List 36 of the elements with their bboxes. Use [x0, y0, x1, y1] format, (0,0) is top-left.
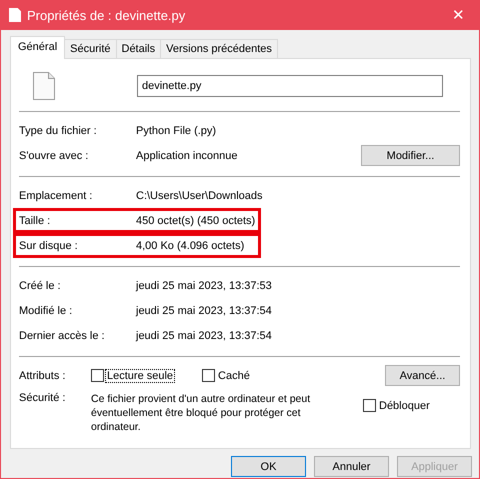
field-value: 450 octet(s) (450 octets)	[136, 214, 256, 226]
field-value: Python File (.py)	[136, 124, 218, 136]
field-label: Type du fichier :	[19, 124, 98, 136]
field-value: C:\Users\User\Downloads	[136, 190, 264, 202]
document-icon	[9, 8, 21, 22]
change-button[interactable]: Modifier...	[361, 145, 460, 166]
checkbox-label[interactable]: Caché	[217, 370, 251, 382]
field-label: Sur disque :	[19, 240, 79, 252]
document-icon	[33, 72, 55, 100]
field-label: Créé le :	[19, 280, 62, 292]
field-label: Modifié le :	[19, 304, 74, 316]
checkbox[interactable]	[363, 399, 376, 412]
security-message: Ce fichier provient d'un autre ordinateur et peut éventuellement être bloqué pour protéger cet ordinateur.	[91, 392, 312, 434]
field-label: S'ouvre avec :	[19, 150, 90, 162]
field-value: Application inconnue	[136, 150, 239, 162]
advanced-button[interactable]: Avancé...	[385, 365, 460, 386]
field-label: Dernier accès le :	[19, 330, 106, 342]
file-name-field[interactable]: devinette.py	[137, 75, 443, 97]
field-label: Sécurité :	[19, 392, 66, 404]
window-title: Propriétés de : devinette.py	[27, 8, 186, 22]
field-value: jeudi 25 mai 2023, 13:37:53	[136, 280, 273, 292]
field-label: Attributs :	[19, 370, 66, 382]
dialog-button[interactable]: Annuler	[314, 456, 389, 477]
field-label: Emplacement :	[19, 190, 94, 202]
checkbox[interactable]	[202, 369, 216, 382]
field-label: Taille :	[19, 214, 52, 226]
field-value: jeudi 25 mai 2023, 13:37:54	[136, 330, 273, 342]
checkbox[interactable]	[91, 369, 104, 382]
checkbox-label[interactable]: Lecture seule	[106, 370, 174, 382]
field-value: jeudi 25 mai 2023, 13:37:54	[136, 304, 273, 316]
tab[interactable]: Versions précédentes	[160, 39, 278, 59]
tab[interactable]: Général	[10, 36, 66, 59]
close-button[interactable]: ✕	[446, 6, 471, 24]
checkbox-label[interactable]: Débloquer	[378, 400, 431, 412]
dialog-button[interactable]: OK	[231, 456, 306, 477]
field-value: 4,00 Ko (4.096 octets)	[136, 240, 246, 252]
